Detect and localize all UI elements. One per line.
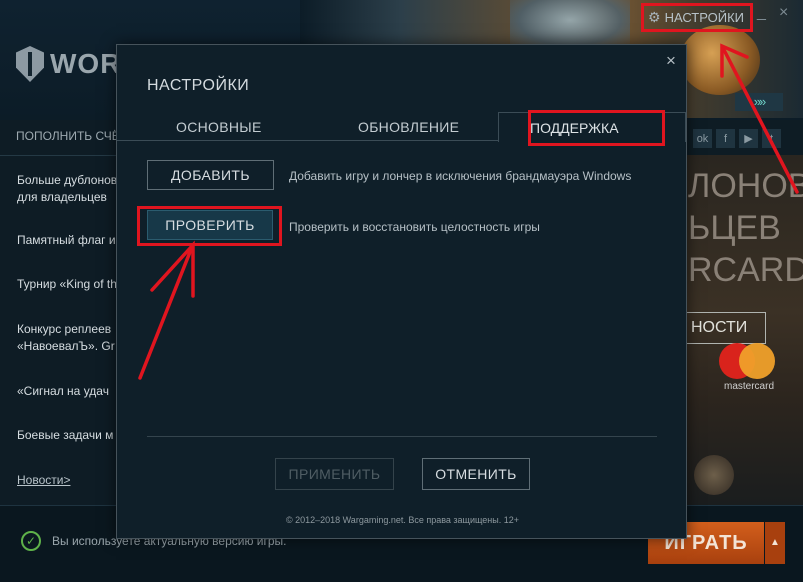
add-description: Добавить игру и лончер в исключения бран… [289, 169, 632, 183]
news-item[interactable]: Турнир «King of th [17, 276, 117, 293]
add-to-firewall-button[interactable]: ДОБАВИТЬ [147, 160, 274, 190]
highlight-box [528, 110, 665, 146]
odnoklassniki-icon[interactable]: ok [693, 129, 712, 148]
twitter-icon[interactable]: t [762, 129, 781, 148]
promo-side-banner[interactable]: ЛОНОВ ЬЦЕВ RCARD НОСТИ mastercard [686, 155, 803, 505]
cancel-button[interactable]: ОТМЕНИТЬ [422, 458, 530, 490]
tab-update[interactable]: ОБНОВЛЕНИЕ [358, 119, 459, 135]
youtube-icon[interactable]: ▶ [739, 129, 758, 148]
close-icon[interactable]: × [666, 51, 676, 71]
verify-description: Проверить и восстановить целостность игр… [289, 220, 540, 234]
news-item[interactable]: Памятный флаг и [17, 232, 116, 249]
banner-art-coins [680, 25, 760, 95]
tab-divider [117, 140, 498, 141]
promo-text: ЛОНОВ [688, 167, 803, 205]
tab-general[interactable]: ОСНОВНЫЕ [176, 119, 262, 135]
promo-text: RCARD [688, 251, 803, 289]
facebook-icon[interactable]: f [716, 129, 735, 148]
social-links: ok f ▶ t [693, 129, 781, 148]
dialog-title: НАСТРОЙКИ [147, 77, 250, 94]
mastercard-logo-icon [739, 343, 775, 379]
highlight-box [641, 3, 753, 32]
close-window-icon[interactable]: × [779, 4, 788, 22]
news-item[interactable]: Конкурс реплеев «НавоевалЪ». Gr [17, 321, 115, 355]
copyright-text: © 2012–2018 Wargaming.net. Все права защ… [285, 515, 520, 525]
mastercard-label: mastercard [724, 381, 775, 392]
news-item[interactable]: Больше дублонов для владельцев [17, 172, 117, 206]
replenish-link[interactable]: ПОПОЛНИТЬ СЧЁТ [16, 129, 127, 143]
emblem-icon [694, 455, 734, 495]
news-item[interactable]: «Сигнал на удач [17, 383, 109, 400]
news-item[interactable]: Боевые задачи м [17, 427, 113, 444]
highlight-box [137, 206, 282, 246]
apply-button[interactable]: ПРИМЕНИТЬ [275, 458, 394, 490]
promo-text: ЬЦЕВ [688, 209, 781, 247]
logo-emblem-icon [16, 46, 44, 82]
news-link[interactable]: Новости> [17, 473, 70, 487]
banner-next-icon[interactable]: »» [735, 93, 783, 111]
divider [0, 155, 118, 156]
banner-art-ship [510, 0, 630, 50]
promo-details-button[interactable]: НОСТИ [686, 312, 766, 344]
minimize-icon[interactable]: _ [757, 4, 766, 22]
divider [147, 436, 657, 437]
check-circle-icon: ✓ [21, 531, 41, 551]
play-options-icon[interactable]: ▲ [765, 522, 785, 564]
